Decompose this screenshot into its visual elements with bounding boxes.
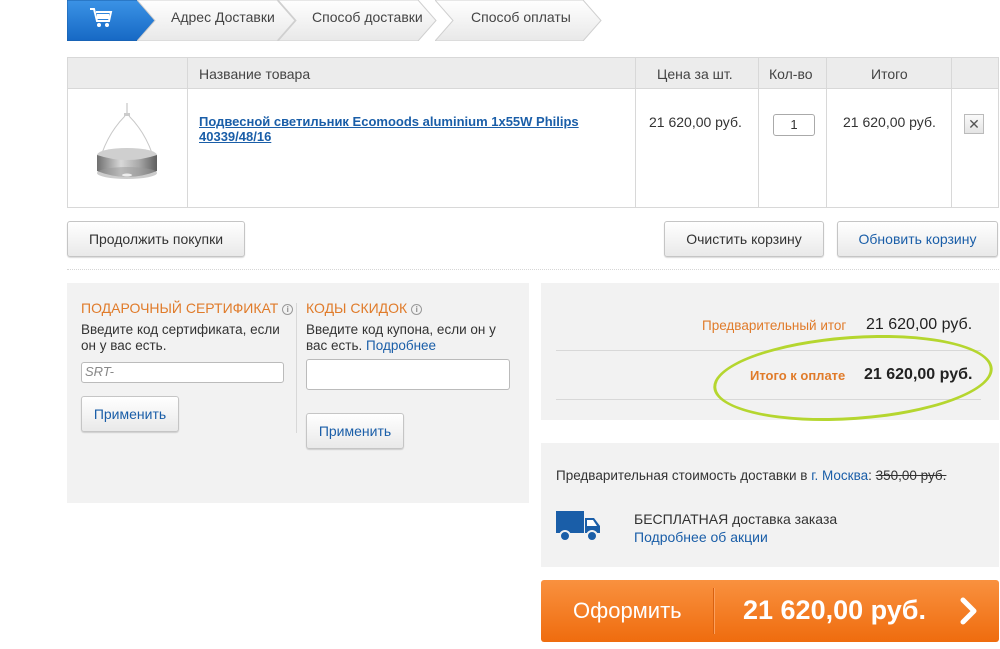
checkout-total: 21 620,00 руб. bbox=[743, 595, 926, 625]
truck-icon bbox=[556, 509, 602, 546]
delivery-panel: Предварительная стоимость доставки в г. … bbox=[541, 443, 999, 567]
promo-details-link[interactable]: Подробнее об акции bbox=[634, 529, 768, 545]
gift-cert-title-text: ПОДАРОЧНЫЙ СЕРТИФИКАТ bbox=[81, 300, 279, 316]
table-row: Подвесной светильник Ecomoods aluminium … bbox=[68, 89, 998, 207]
header-name: Название товара bbox=[199, 66, 311, 82]
step-delivery-label: Способ доставки bbox=[312, 9, 423, 25]
coupon-divider bbox=[296, 303, 297, 433]
step-address-label: Адрес Доставки bbox=[171, 9, 275, 25]
checkout-divider bbox=[713, 588, 714, 634]
discount-title: КОДЫ СКИДОК i bbox=[306, 300, 423, 316]
discount-apply-button[interactable]: Применить bbox=[306, 413, 404, 449]
discount-more-link[interactable]: Подробнее bbox=[366, 338, 436, 353]
discount-code-input[interactable] bbox=[306, 359, 510, 390]
header-total: Итого bbox=[871, 66, 908, 82]
delivery-cost-text: Предварительная стоимость доставки в г. … bbox=[556, 468, 947, 483]
delivery-prefix: Предварительная стоимость доставки в bbox=[556, 468, 808, 483]
product-image[interactable] bbox=[80, 101, 174, 195]
step-delivery-method[interactable]: Способ доставки bbox=[278, 0, 438, 41]
info-icon[interactable]: i bbox=[282, 304, 294, 315]
gift-cert-input[interactable]: SRT- bbox=[81, 362, 284, 383]
clear-cart-button[interactable]: Очистить корзину bbox=[664, 221, 824, 257]
checkout-label: Оформить bbox=[573, 598, 682, 623]
checkout-steps: Адрес Доставки Способ доставки Способ оп… bbox=[67, 0, 607, 41]
info-icon[interactable]: i bbox=[411, 304, 423, 315]
divider bbox=[67, 269, 999, 270]
close-icon[interactable]: ✕ bbox=[964, 114, 984, 134]
step-payment-label: Способ оплаты bbox=[471, 9, 571, 25]
gift-cert-text: Введите код сертификата, если он у вас е… bbox=[81, 322, 280, 353]
table-header: Название товара Цена за шт. Кол-во Итого bbox=[68, 58, 998, 89]
subtotal-value: 21 620,00 руб. bbox=[866, 316, 973, 333]
gift-apply-button[interactable]: Применить bbox=[81, 396, 179, 432]
chevron-right-icon bbox=[959, 597, 979, 628]
discount-title-text: КОДЫ СКИДОК bbox=[306, 300, 408, 316]
subtotal-label: Предварительный итог bbox=[702, 318, 847, 333]
cart-table: Название товара Цена за шт. Кол-во Итого bbox=[67, 57, 999, 208]
row-total: 21 620,00 руб. bbox=[843, 114, 936, 130]
discount-text: Введите код купона, если он у вас есть. … bbox=[306, 322, 516, 354]
checkout-button[interactable]: Оформить 21 620,00 руб. bbox=[541, 580, 999, 642]
header-price: Цена за шт. bbox=[657, 66, 733, 82]
gift-cert-title: ПОДАРОЧНЫЙ СЕРТИФИКАТ i bbox=[81, 300, 294, 316]
quantity-input[interactable]: 1 bbox=[773, 114, 815, 136]
coupon-panel: ПОДАРОЧНЫЙ СЕРТИФИКАТ i Введите код серти… bbox=[67, 283, 529, 503]
unit-price: 21 620,00 руб. bbox=[649, 114, 742, 130]
city-link[interactable]: г. Москва bbox=[811, 468, 868, 483]
update-cart-button[interactable]: Обновить корзину bbox=[837, 221, 998, 257]
old-delivery-price: 350,00 руб. bbox=[875, 468, 947, 483]
free-delivery-text: БЕСПЛАТНАЯ доставка заказа bbox=[634, 511, 838, 527]
header-qty: Кол-во bbox=[769, 66, 813, 82]
step-payment-method[interactable]: Способ оплаты bbox=[435, 0, 605, 41]
step-address[interactable]: Адрес Доставки bbox=[137, 0, 297, 41]
continue-shopping-button[interactable]: Продолжить покупки bbox=[67, 221, 245, 257]
product-link[interactable]: Подвесной светильник Ecomoods aluminium … bbox=[199, 114, 619, 144]
